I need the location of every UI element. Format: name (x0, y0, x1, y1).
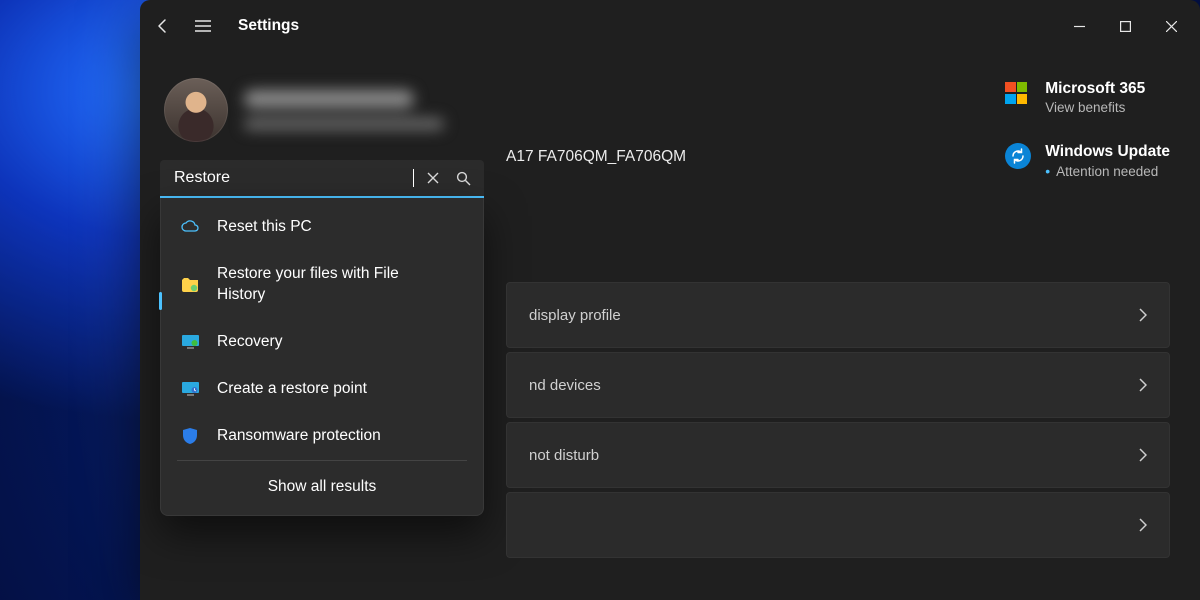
search-result-label: Reset this PC (217, 217, 312, 238)
search-results-dropdown: Reset this PC Restore your files with Fi… (160, 198, 484, 516)
search-result-label: Ransomware protection (217, 426, 381, 447)
row-text-partial: display profile (529, 307, 621, 324)
main-panel: A17 FA706QM_FA706QM Microsoft 365 View b… (506, 52, 1170, 558)
minimize-button[interactable] (1056, 6, 1102, 46)
account-info-redacted (244, 90, 444, 130)
avatar (164, 78, 228, 142)
cloud-reset-icon (181, 218, 199, 236)
settings-list: display profile nd devices not disturb (506, 282, 1170, 558)
monitor-restore-point-icon (181, 380, 199, 398)
folder-history-icon (181, 276, 199, 294)
windows-update-subtitle: Attention needed (1045, 163, 1170, 179)
chevron-right-icon (1139, 378, 1147, 392)
chevron-right-icon (1139, 308, 1147, 322)
close-button[interactable] (1148, 6, 1194, 46)
search-result-label: Create a restore point (217, 379, 367, 400)
shield-icon (181, 427, 199, 445)
text-caret (413, 169, 415, 187)
settings-row[interactable] (506, 492, 1170, 558)
search-result-recovery[interactable]: Recovery (161, 319, 483, 366)
search-result-label: Recovery (217, 332, 282, 353)
settings-row[interactable]: display profile (506, 282, 1170, 348)
windows-update-card[interactable]: Windows Update Attention needed (1005, 143, 1170, 179)
search-result-ransomware[interactable]: Ransomware protection (161, 413, 483, 460)
windows-update-title: Windows Update (1045, 143, 1170, 161)
row-text-partial: not disturb (529, 447, 599, 464)
settings-row[interactable]: nd devices (506, 352, 1170, 418)
search-result-restore-point[interactable]: Create a restore point (161, 366, 483, 413)
chevron-right-icon (1139, 518, 1147, 532)
search-result-label: Restore your files with File History (217, 264, 447, 306)
search-box[interactable] (160, 160, 484, 198)
search-icon[interactable] (452, 167, 474, 189)
ms365-subtitle: View benefits (1045, 100, 1145, 115)
settings-row[interactable]: not disturb (506, 422, 1170, 488)
monitor-recovery-icon (181, 333, 199, 351)
row-text-partial: nd devices (529, 377, 601, 394)
account-header[interactable] (158, 52, 486, 160)
back-button[interactable] (154, 17, 172, 35)
sync-icon (1005, 143, 1031, 169)
microsoft-365-card[interactable]: Microsoft 365 View benefits (1005, 80, 1170, 115)
clear-search-button[interactable] (422, 167, 444, 189)
titlebar: Settings (140, 0, 1200, 52)
settings-window: Settings (140, 0, 1200, 600)
chevron-right-icon (1139, 448, 1147, 462)
microsoft-logo-icon (1005, 82, 1027, 104)
hamburger-menu-icon[interactable] (194, 17, 212, 35)
maximize-button[interactable] (1102, 6, 1148, 46)
window-title: Settings (238, 17, 299, 35)
search-input[interactable] (174, 169, 405, 187)
nav-selection-indicator (159, 292, 162, 310)
show-all-results-label: Show all results (268, 477, 377, 498)
search-result-reset-pc[interactable]: Reset this PC (161, 204, 483, 251)
search-result-file-history[interactable]: Restore your files with File History (161, 251, 483, 319)
device-model: A17 FA706QM_FA706QM (506, 148, 686, 166)
show-all-results[interactable]: Show all results (161, 461, 483, 514)
ms365-title: Microsoft 365 (1045, 80, 1145, 98)
